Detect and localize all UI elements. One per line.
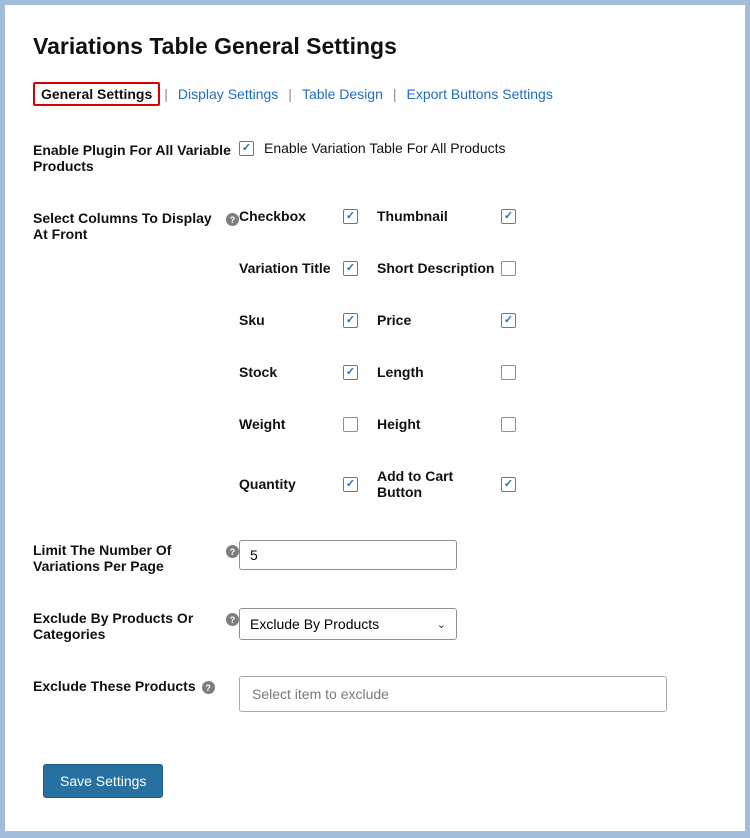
checkbox-col-height[interactable] xyxy=(501,417,516,432)
label-exclude-products: Exclude These Products ? xyxy=(33,676,239,694)
checkbox-col-add-to-cart[interactable] xyxy=(501,477,516,492)
col-label-stock: Stock xyxy=(239,364,343,380)
row-exclude-products: Exclude These Products ? Select item to … xyxy=(33,676,717,712)
row-select-columns: Select Columns To Display At Front ? Che… xyxy=(33,208,717,500)
checkbox-col-stock[interactable] xyxy=(343,365,358,380)
chevron-down-icon: ⌄ xyxy=(437,618,446,631)
help-icon[interactable]: ? xyxy=(202,681,215,694)
label-exclude-by: Exclude By Products Or Categories ? xyxy=(33,608,239,642)
label-enable-all: Enable Plugin For All Variable Products xyxy=(33,140,239,174)
row-exclude-by: Exclude By Products Or Categories ? Excl… xyxy=(33,608,717,642)
tab-separator: | xyxy=(393,86,397,102)
tab-separator: | xyxy=(288,86,292,102)
checkbox-col-variation-title[interactable] xyxy=(343,261,358,276)
label-select-columns: Select Columns To Display At Front ? xyxy=(33,208,239,242)
row-limit: Limit The Number Of Variations Per Page … xyxy=(33,540,717,574)
exclude-by-value: Exclude By Products xyxy=(250,616,379,632)
tab-separator: | xyxy=(164,86,168,102)
col-label-add-to-cart: Add to Cart Button xyxy=(377,468,501,500)
checkbox-col-thumbnail[interactable] xyxy=(501,209,516,224)
exclude-products-input[interactable]: Select item to exclude xyxy=(239,676,667,712)
exclude-products-placeholder: Select item to exclude xyxy=(252,686,389,702)
help-icon[interactable]: ? xyxy=(226,213,239,226)
page-title: Variations Table General Settings xyxy=(33,33,717,60)
limit-input[interactable] xyxy=(239,540,457,570)
tabs: General Settings | Display Settings | Ta… xyxy=(33,80,717,108)
checkbox-col-short-desc[interactable] xyxy=(501,261,516,276)
col-label-sku: Sku xyxy=(239,312,343,328)
settings-panel: Variations Table General Settings Genera… xyxy=(4,4,746,832)
col-label-checkbox: Checkbox xyxy=(239,208,343,224)
col-label-height: Height xyxy=(377,416,501,432)
checkbox-col-length[interactable] xyxy=(501,365,516,380)
help-icon[interactable]: ? xyxy=(226,613,239,626)
exclude-by-select[interactable]: Exclude By Products ⌄ xyxy=(239,608,457,640)
label-limit: Limit The Number Of Variations Per Page … xyxy=(33,540,239,574)
tab-design[interactable]: Table Design xyxy=(296,83,389,105)
row-enable-all: Enable Plugin For All Variable Products … xyxy=(33,140,717,174)
save-button[interactable]: Save Settings xyxy=(43,764,163,798)
col-label-price: Price xyxy=(377,312,501,328)
col-label-weight: Weight xyxy=(239,416,343,432)
checkbox-col-weight[interactable] xyxy=(343,417,358,432)
col-label-quantity: Quantity xyxy=(239,476,343,492)
tab-general[interactable]: General Settings xyxy=(33,82,160,106)
col-label-length: Length xyxy=(377,364,501,380)
col-label-short-desc: Short Description xyxy=(377,260,501,276)
checkbox-col-price[interactable] xyxy=(501,313,516,328)
checkbox-enable-all-label: Enable Variation Table For All Products xyxy=(264,140,506,156)
col-label-variation-title: Variation Title xyxy=(239,260,343,276)
col-label-thumbnail: Thumbnail xyxy=(377,208,501,224)
checkbox-enable-all[interactable] xyxy=(239,141,254,156)
tab-export[interactable]: Export Buttons Settings xyxy=(401,83,559,105)
checkbox-col-checkbox[interactable] xyxy=(343,209,358,224)
columns-grid: Checkbox Thumbnail Variation Title Short… xyxy=(239,208,521,500)
checkbox-col-quantity[interactable] xyxy=(343,477,358,492)
checkbox-col-sku[interactable] xyxy=(343,313,358,328)
tab-display[interactable]: Display Settings xyxy=(172,83,284,105)
help-icon[interactable]: ? xyxy=(226,545,239,558)
